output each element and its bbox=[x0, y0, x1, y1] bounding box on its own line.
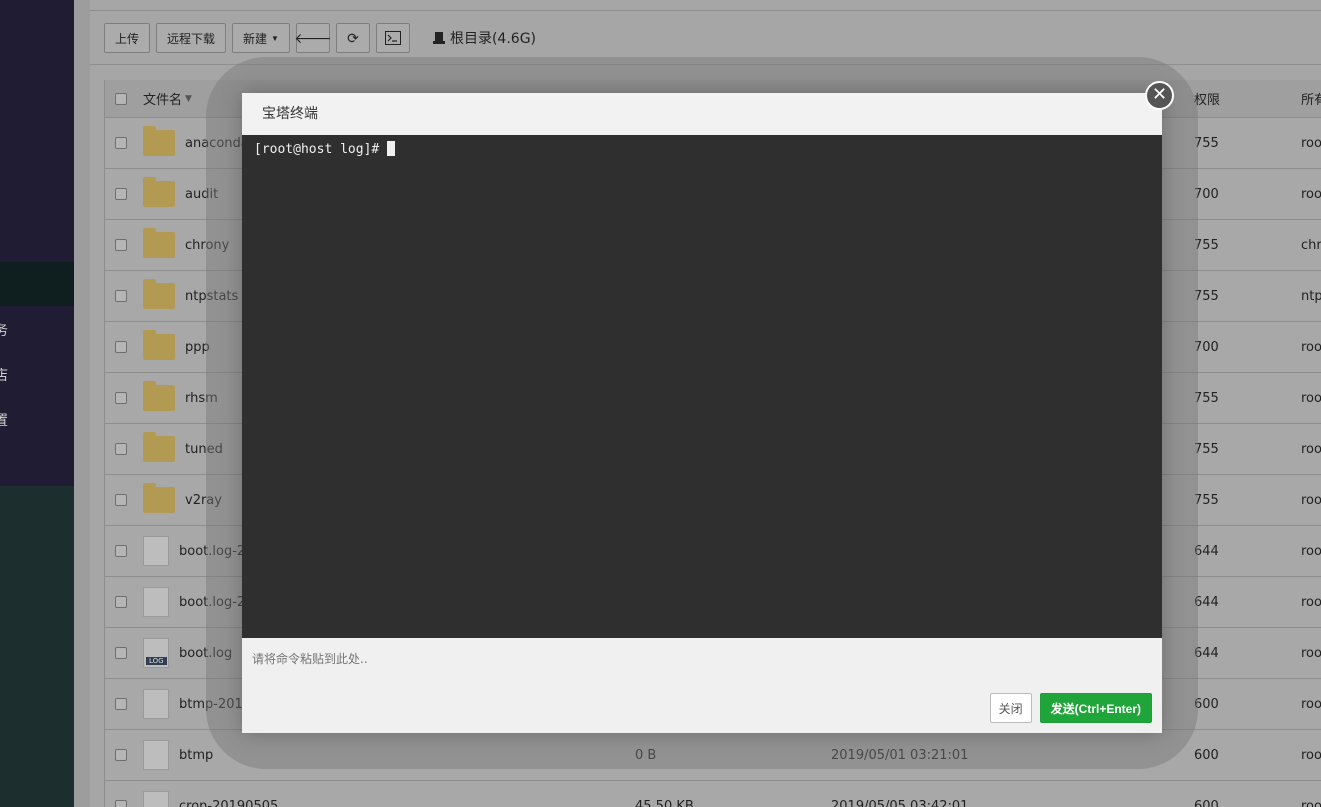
dialog-close-icon[interactable]: ✕ bbox=[1145, 81, 1174, 110]
terminal-prompt: [root@host log]# bbox=[254, 142, 380, 157]
terminal-dialog: 宝塔终端 [root@host log]# 关闭 发送(Ctrl+Enter) bbox=[242, 93, 1162, 733]
terminal-output[interactable]: [root@host log]# bbox=[242, 135, 1162, 638]
dialog-footer: 关闭 发送(Ctrl+Enter) bbox=[989, 693, 1152, 723]
terminal-cursor bbox=[387, 141, 396, 156]
command-input[interactable] bbox=[252, 650, 1152, 680]
send-button[interactable]: 发送(Ctrl+Enter) bbox=[1039, 693, 1152, 723]
dialog-title: 宝塔终端 bbox=[242, 93, 1162, 135]
close-button[interactable]: 关闭 bbox=[989, 693, 1032, 723]
command-input-area bbox=[242, 638, 1162, 688]
